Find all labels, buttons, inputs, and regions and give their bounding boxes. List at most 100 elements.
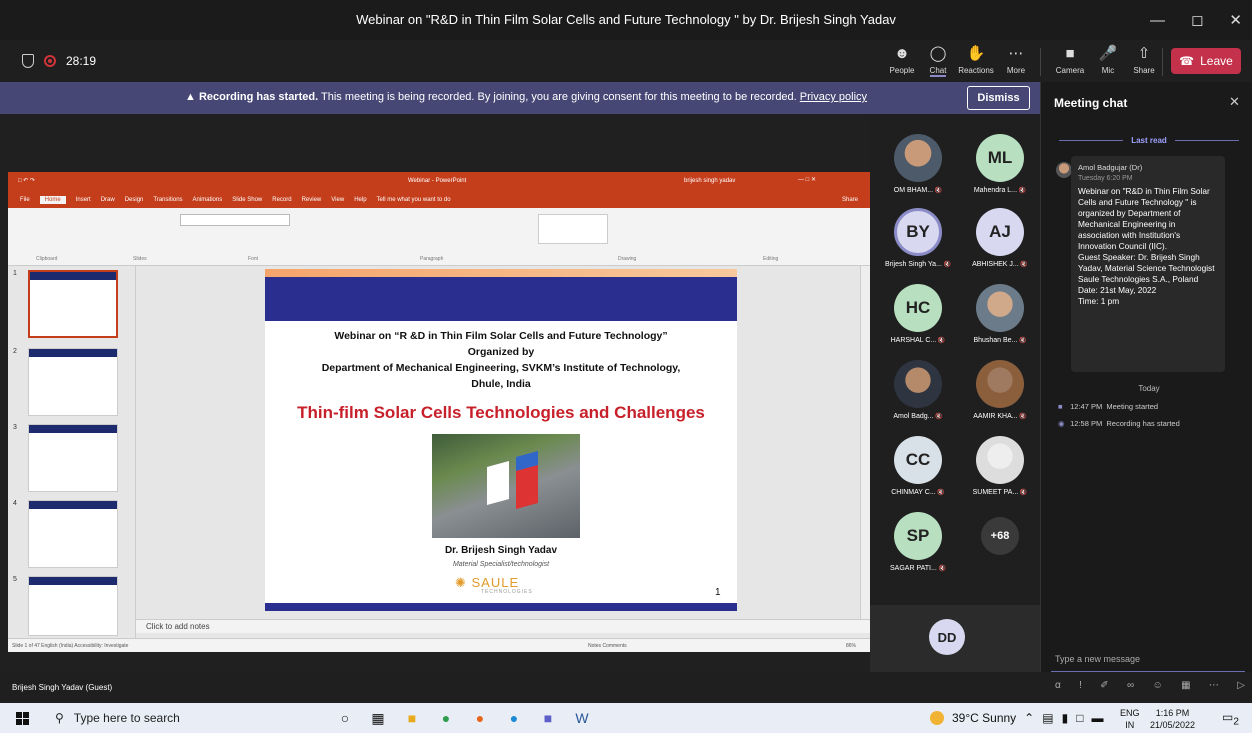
participant-name: SUMEET PA... 🔇: [972, 489, 1028, 496]
language-indicator[interactable]: ENG IN: [1120, 707, 1140, 731]
share-button[interactable]: ⇧ Share: [1126, 44, 1162, 75]
close-icon[interactable]: ✕: [1229, 94, 1240, 110]
slide-line-3: Department of Mechanical Engineering, SV…: [321, 362, 681, 374]
emoji-icon[interactable]: ☺: [1153, 680, 1163, 691]
tell-me-search[interactable]: Tell me what you want to do: [377, 197, 451, 203]
ppt-window-controls[interactable]: — □ ✕: [798, 176, 816, 183]
participant-tile[interactable]: SP SAGAR PATI... 🔇: [876, 506, 960, 582]
slide-thumb-4[interactable]: [28, 500, 118, 568]
dismiss-button[interactable]: Dismiss: [967, 86, 1030, 110]
event-text: Meeting started: [1106, 402, 1159, 411]
shared-screen: □ ↶ ↷ Webinar - PowerPoint brijesh singh…: [0, 114, 870, 672]
leave-button[interactable]: ☎ Leave: [1171, 48, 1241, 74]
notes-comments-buttons[interactable]: Notes Comments: [588, 639, 627, 653]
battery-icon[interactable]: ▬: [1091, 711, 1103, 725]
speaker-icon[interactable]: □: [1076, 711, 1083, 725]
participant-name: OM BHAM... 🔇: [893, 187, 943, 194]
gif-icon[interactable]: ▦: [1181, 680, 1190, 691]
send-icon[interactable]: ▷: [1237, 680, 1245, 691]
weather-text[interactable]: 39°C Sunny: [952, 711, 1016, 725]
more-options-icon[interactable]: ⋯: [1209, 680, 1219, 691]
message-input[interactable]: Type a new message: [1051, 648, 1245, 672]
maximize-icon[interactable]: ◻: [1191, 11, 1203, 29]
video-icon: ■: [1058, 402, 1063, 411]
slide-thumb-1[interactable]: [28, 270, 118, 338]
trucks-photo: [432, 434, 580, 538]
privacy-policy-link[interactable]: Privacy policy: [800, 91, 867, 103]
reactions-button[interactable]: ✋ Reactions: [958, 44, 994, 75]
slide-scrollbar[interactable]: [860, 266, 870, 619]
participant-tile[interactable]: +68: [958, 506, 1042, 582]
ppt-ribbon: Clipboard Slides Font Paragraph Drawing …: [8, 208, 870, 266]
avatar: [894, 134, 942, 182]
notes-pane[interactable]: Click to add notes: [136, 619, 870, 633]
loop-icon[interactable]: ∞: [1127, 680, 1134, 691]
slide-thumb-2[interactable]: [28, 348, 118, 416]
mic-tray-icon[interactable]: ▮: [1062, 711, 1069, 725]
font-name-box[interactable]: [180, 214, 290, 226]
chrome-icon[interactable]: ●: [436, 708, 456, 728]
tab-file[interactable]: File: [20, 197, 30, 203]
avatar: [1056, 162, 1072, 178]
firefox-icon[interactable]: ●: [470, 708, 490, 728]
notification-icon[interactable]: ▭2: [1222, 710, 1239, 727]
windows-start-icon[interactable]: [16, 712, 29, 725]
camera-button[interactable]: ■ Camera: [1052, 44, 1088, 75]
participant-tile[interactable]: AJ ABHISHEK J... 🔇: [958, 202, 1042, 278]
tab-transitions[interactable]: Transitions: [153, 197, 182, 203]
chevron-up-icon[interactable]: ⌃: [1024, 711, 1034, 725]
shapes-gallery[interactable]: [538, 214, 608, 244]
participant-tile[interactable]: HC HARSHAL C... 🔇: [876, 278, 960, 354]
tab-view[interactable]: View: [331, 197, 344, 203]
save-icon[interactable]: □ ↶ ↷: [18, 177, 35, 184]
edge-icon[interactable]: ●: [504, 708, 524, 728]
mic-button[interactable]: 🎤 Mic: [1090, 44, 1126, 75]
zoom-level[interactable]: 86%: [846, 639, 856, 653]
slide-page-number: 1: [715, 587, 721, 598]
tab-design[interactable]: Design: [125, 197, 144, 203]
participant-tile[interactable]: Amol Badg... 🔇: [876, 354, 960, 430]
attach-icon[interactable]: ✐: [1100, 680, 1108, 691]
tab-home[interactable]: Home: [39, 196, 66, 204]
participant-tile[interactable]: OM BHAM... 🔇: [876, 128, 960, 204]
banner-title: Recording has started.: [198, 91, 319, 103]
cortana-icon[interactable]: ○: [335, 708, 355, 728]
participant-tile[interactable]: BY Brijesh Singh Ya... 🔇: [876, 202, 960, 278]
people-button[interactable]: ☻ People: [884, 44, 920, 75]
ppt-share-button[interactable]: Share: [842, 197, 858, 203]
tab-insert[interactable]: Insert: [76, 197, 91, 203]
teams-icon[interactable]: ■: [538, 708, 558, 728]
participant-tile[interactable]: ML Mahendra L... 🔇: [958, 128, 1042, 204]
mic-muted-icon: 🔇: [1018, 490, 1028, 496]
participant-name: HARSHAL C... 🔇: [890, 337, 946, 344]
participant-tile[interactable]: SUMEET PA... 🔇: [958, 430, 1042, 506]
more-button[interactable]: ⋯ More: [998, 44, 1034, 75]
participant-tile[interactable]: Bhushan Be... 🔇: [958, 278, 1042, 354]
tab-review[interactable]: Review: [302, 197, 322, 203]
tab-draw[interactable]: Draw: [101, 197, 115, 203]
divider: [1040, 48, 1041, 76]
compose-toolbar: α ! ✐ ∞ ☺ ▦ ⋯ ▷: [1055, 680, 1245, 691]
network-icon[interactable]: ▤: [1042, 711, 1053, 725]
tab-slide-show[interactable]: Slide Show: [232, 197, 262, 203]
close-icon[interactable]: ✕: [1229, 11, 1242, 29]
clock[interactable]: 1:16 PM 21/05/2022: [1150, 707, 1195, 731]
task-view-icon[interactable]: ▦: [368, 708, 388, 728]
slide-thumb-3[interactable]: [28, 424, 118, 492]
minimize-icon[interactable]: —: [1150, 12, 1165, 29]
participant-name: CHINMAY C... 🔇: [891, 489, 945, 496]
tab-record[interactable]: Record: [272, 197, 291, 203]
tab-animations[interactable]: Animations: [193, 197, 223, 203]
tab-help[interactable]: Help: [354, 197, 366, 203]
taskbar-search[interactable]: ⚲ Type here to search: [55, 708, 315, 730]
slide-thumb-5[interactable]: [28, 576, 118, 636]
format-icon[interactable]: α: [1055, 680, 1061, 691]
file-explorer-icon[interactable]: ■: [402, 708, 422, 728]
participant-tile[interactable]: CC CHINMAY C... 🔇: [876, 430, 960, 506]
thumb-number: 5: [13, 576, 17, 583]
truck-white: [487, 461, 509, 505]
participant-tile[interactable]: AAMIR KHA... 🔇: [958, 354, 1042, 430]
word-icon[interactable]: W: [572, 708, 592, 728]
chat-button[interactable]: ◯ Chat: [920, 44, 956, 77]
priority-icon[interactable]: !: [1079, 680, 1082, 691]
